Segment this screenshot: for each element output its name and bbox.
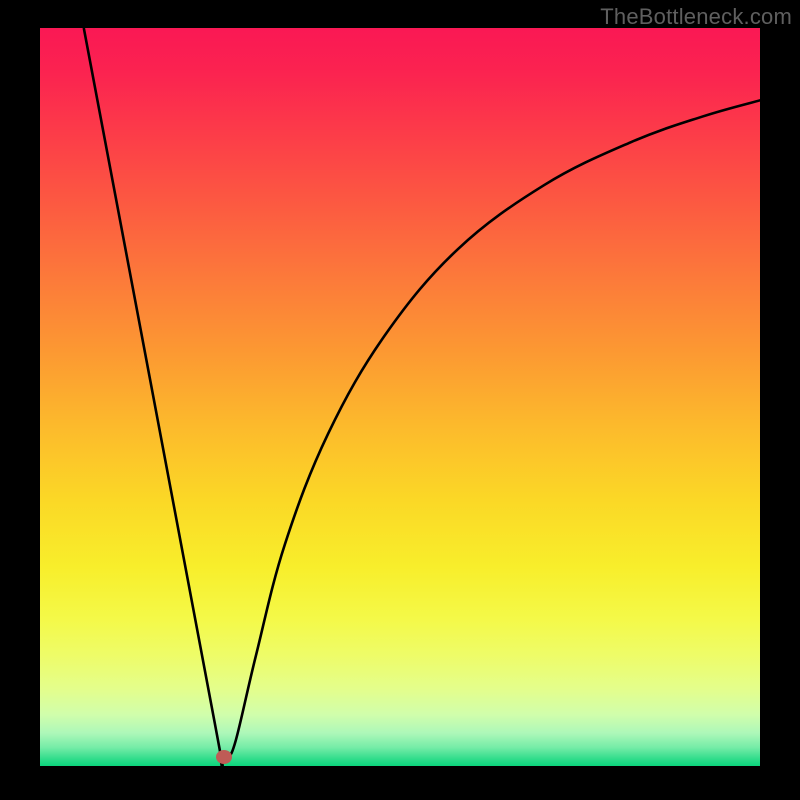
bottleneck-curve bbox=[40, 28, 760, 766]
plot-area bbox=[40, 28, 760, 766]
optimal-point-marker bbox=[216, 750, 232, 764]
watermark-label: TheBottleneck.com bbox=[600, 4, 792, 30]
chart-frame: TheBottleneck.com bbox=[0, 0, 800, 800]
